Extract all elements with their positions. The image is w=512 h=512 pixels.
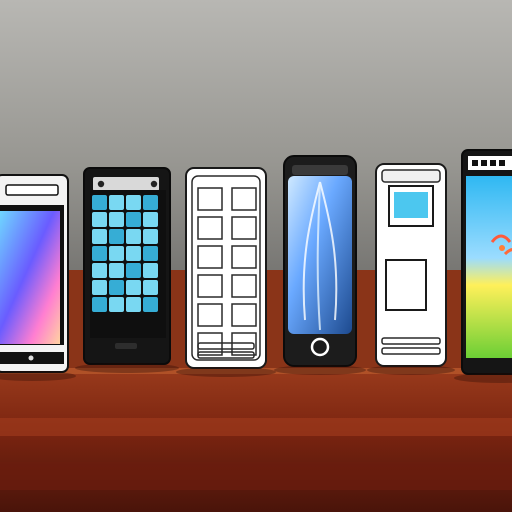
app-tile bbox=[109, 263, 124, 278]
device-grid-phone bbox=[83, 167, 171, 365]
app-tile bbox=[92, 195, 107, 210]
app-tile bbox=[143, 280, 158, 295]
scene bbox=[0, 0, 512, 512]
app-tile bbox=[126, 212, 141, 227]
app-tile bbox=[109, 212, 124, 227]
shelf-bottom-band bbox=[0, 418, 512, 436]
outline-tile bbox=[231, 187, 257, 211]
shelf-bottom-band-2 bbox=[0, 462, 512, 490]
app-tile bbox=[143, 212, 158, 227]
outline-tile bbox=[231, 216, 257, 240]
app-tile bbox=[109, 229, 124, 244]
app-tile bbox=[92, 297, 107, 312]
device-outline-sketch bbox=[185, 167, 267, 369]
app-tile bbox=[126, 246, 141, 261]
app-tile bbox=[143, 229, 158, 244]
outline-tile bbox=[197, 216, 223, 240]
device-landscape-phone bbox=[461, 149, 512, 375]
app-tile bbox=[143, 263, 158, 278]
app-tile bbox=[92, 246, 107, 261]
device-white-two-panel bbox=[375, 163, 447, 367]
shelf-front bbox=[0, 368, 512, 512]
app-tile bbox=[109, 246, 124, 261]
outline-tile bbox=[197, 187, 223, 211]
app-tile bbox=[92, 280, 107, 295]
device-gradient-phone bbox=[0, 174, 69, 373]
app-tile bbox=[143, 246, 158, 261]
outline-tile bbox=[197, 245, 223, 269]
outline-tile bbox=[231, 303, 257, 327]
app-tile bbox=[143, 195, 158, 210]
outline-tile bbox=[197, 274, 223, 298]
app-tile bbox=[126, 297, 141, 312]
app-tile bbox=[109, 195, 124, 210]
app-tile bbox=[92, 229, 107, 244]
app-tile bbox=[126, 195, 141, 210]
outline-tile bbox=[231, 245, 257, 269]
app-tile bbox=[109, 297, 124, 312]
app-tile bbox=[92, 212, 107, 227]
device-leaf-phone bbox=[283, 155, 357, 367]
outline-tile bbox=[231, 274, 257, 298]
app-tile bbox=[109, 280, 124, 295]
outline-tile bbox=[197, 303, 223, 327]
app-tile bbox=[92, 263, 107, 278]
app-tile bbox=[126, 229, 141, 244]
app-tile bbox=[126, 280, 141, 295]
app-tile bbox=[143, 297, 158, 312]
app-tile bbox=[126, 263, 141, 278]
